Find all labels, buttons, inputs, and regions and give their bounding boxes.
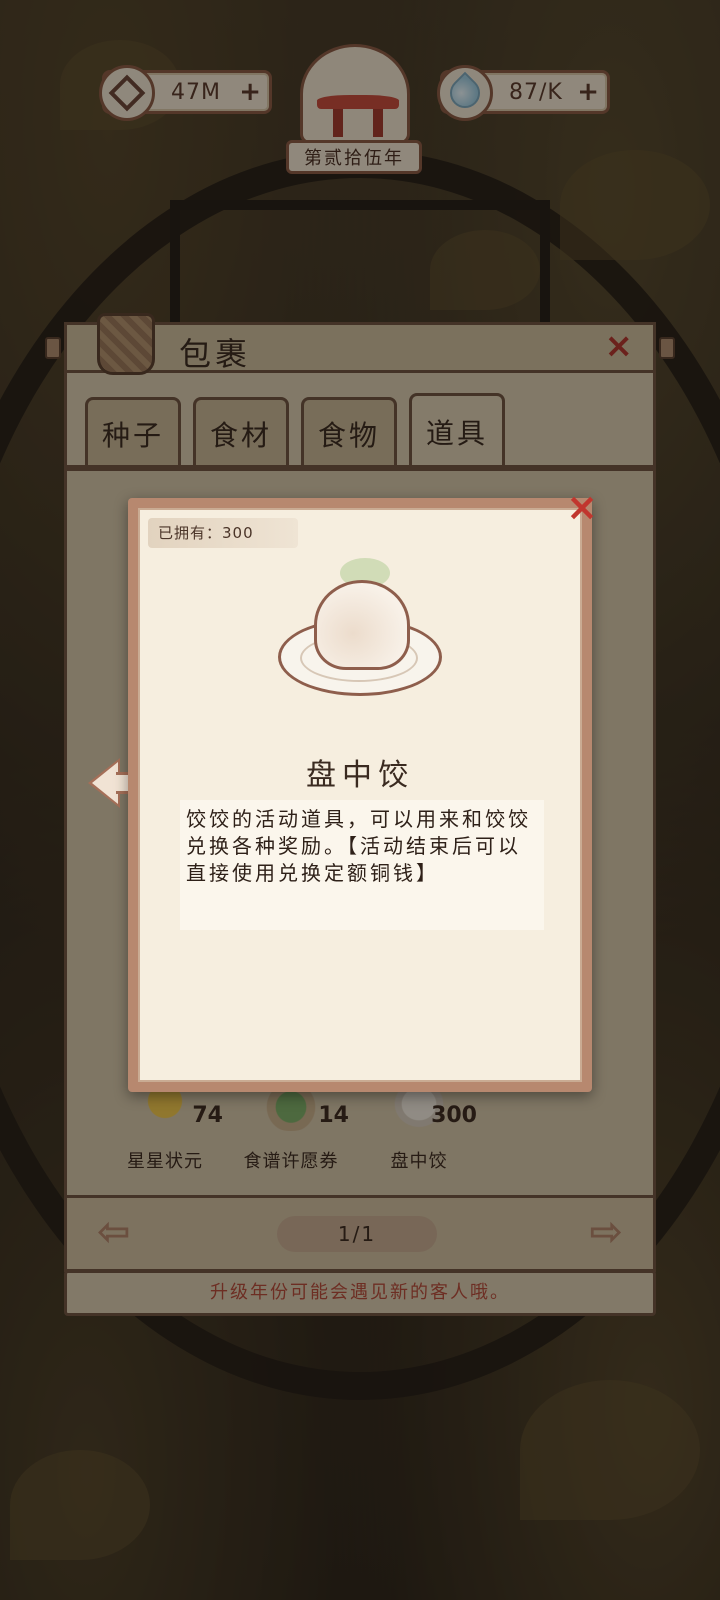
dumpling-icon (314, 580, 410, 670)
dumpling-plate-image (270, 558, 450, 708)
owned-count: 300 (222, 524, 254, 542)
item-title: 盘中饺 (306, 758, 414, 793)
item-description-box: 饺饺的活动道具，可以用来和饺饺兑换各种奖励。【活动结束后可以直接使用兑换定额铜钱… (180, 800, 544, 930)
left-arrow-icon (92, 762, 118, 804)
owned-label: 已拥有： (158, 524, 223, 542)
item-description: 饺饺的活动道具，可以用来和饺饺兑换各种奖励。【活动结束后可以直接使用兑换定额铜钱… (186, 807, 531, 885)
detail-close-button[interactable]: × (566, 488, 598, 526)
item-detail-body: 已拥有：300 盘中饺 饺饺的活动道具，可以用来和饺饺兑换各种奖励。【活动结束后… (138, 508, 582, 1082)
owned-count-tag: 已拥有：300 (148, 518, 298, 548)
item-detail-card: 已拥有：300 盘中饺 饺饺的活动道具，可以用来和饺饺兑换各种奖励。【活动结束后… (128, 488, 598, 1092)
